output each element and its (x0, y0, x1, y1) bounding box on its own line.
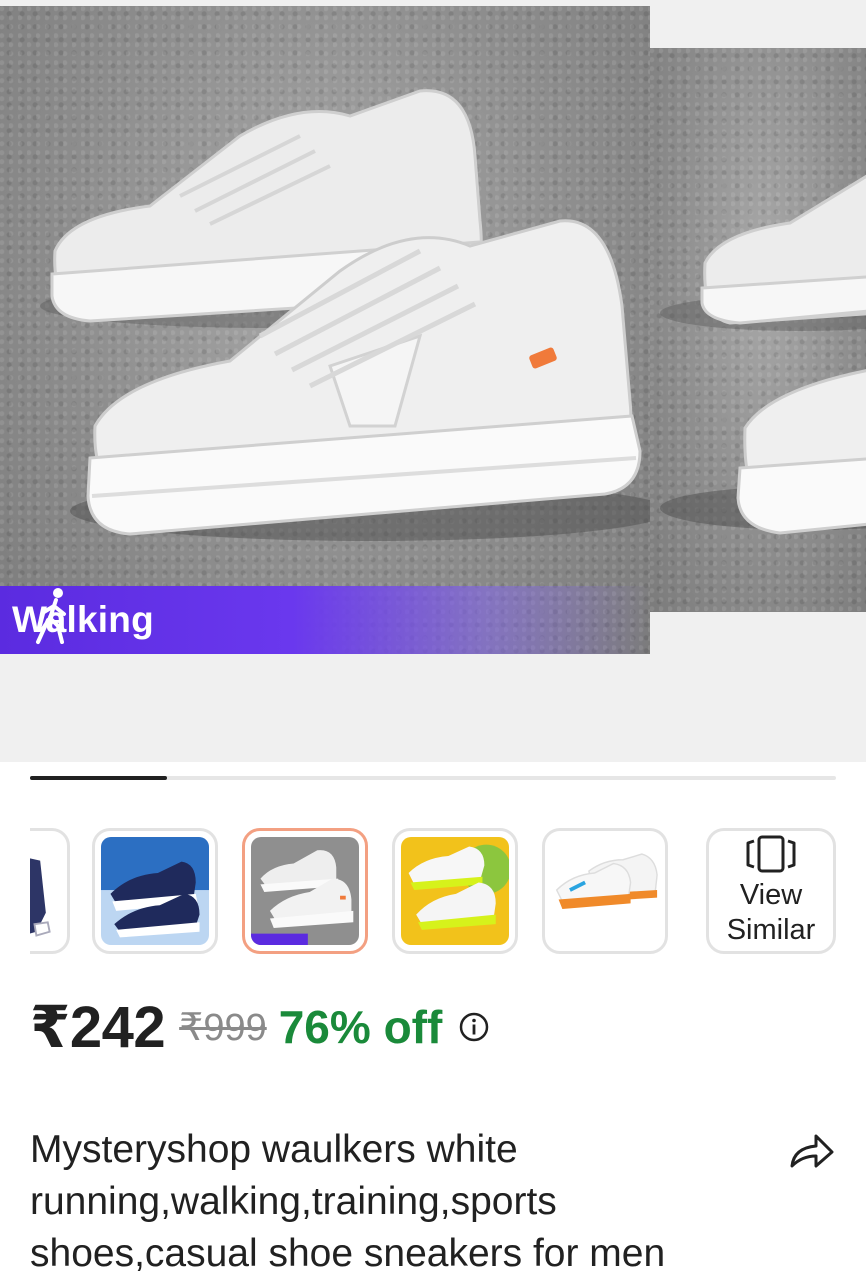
info-icon[interactable] (458, 1011, 490, 1043)
sneakers-photo (40, 89, 650, 541)
discount-percent: 76% off (278, 1001, 443, 1053)
product-image-gallery[interactable]: Walking (0, 0, 866, 762)
thumb-white-neon-sneakers (401, 837, 509, 945)
product-image-main[interactable]: Walking (0, 6, 650, 654)
view-similar-line2: Similar (726, 914, 816, 946)
view-similar-line1: View (739, 879, 803, 911)
thumbnail-item[interactable] (92, 828, 218, 954)
thumbnail-item[interactable] (542, 828, 668, 954)
thumb-navy-blue-sneakers (101, 837, 209, 945)
mrp-price: ₹999 (179, 1006, 267, 1049)
thumb-white-sneakers (251, 837, 359, 945)
thumbnail-item-selected[interactable] (242, 828, 368, 954)
view-similar-cards-icon (746, 835, 796, 873)
product-title: Mysteryshop waulkers white running,walki… (30, 1128, 666, 1275)
thumbnail-strip[interactable]: View Similar (30, 828, 866, 958)
gallery-progress-indicator (30, 776, 168, 780)
view-similar-button[interactable]: View Similar (706, 828, 836, 954)
thumb-white-orange-sole-sneakers (551, 837, 659, 945)
price-row: ₹242 ₹999 76% off (30, 992, 490, 1062)
selling-price: ₹242 (30, 995, 166, 1060)
thumb-partial-navy-shoe (30, 837, 61, 945)
product-image-next-peek[interactable] (650, 48, 866, 612)
sneakers-photo-next (660, 174, 866, 535)
walking-person-icon (36, 588, 66, 644)
activity-banner: Walking (0, 586, 650, 654)
thumbnail-item[interactable] (392, 828, 518, 954)
share-icon[interactable] (786, 1128, 836, 1174)
gallery-progress-track (30, 776, 836, 780)
thumbnail-item[interactable] (30, 828, 70, 954)
